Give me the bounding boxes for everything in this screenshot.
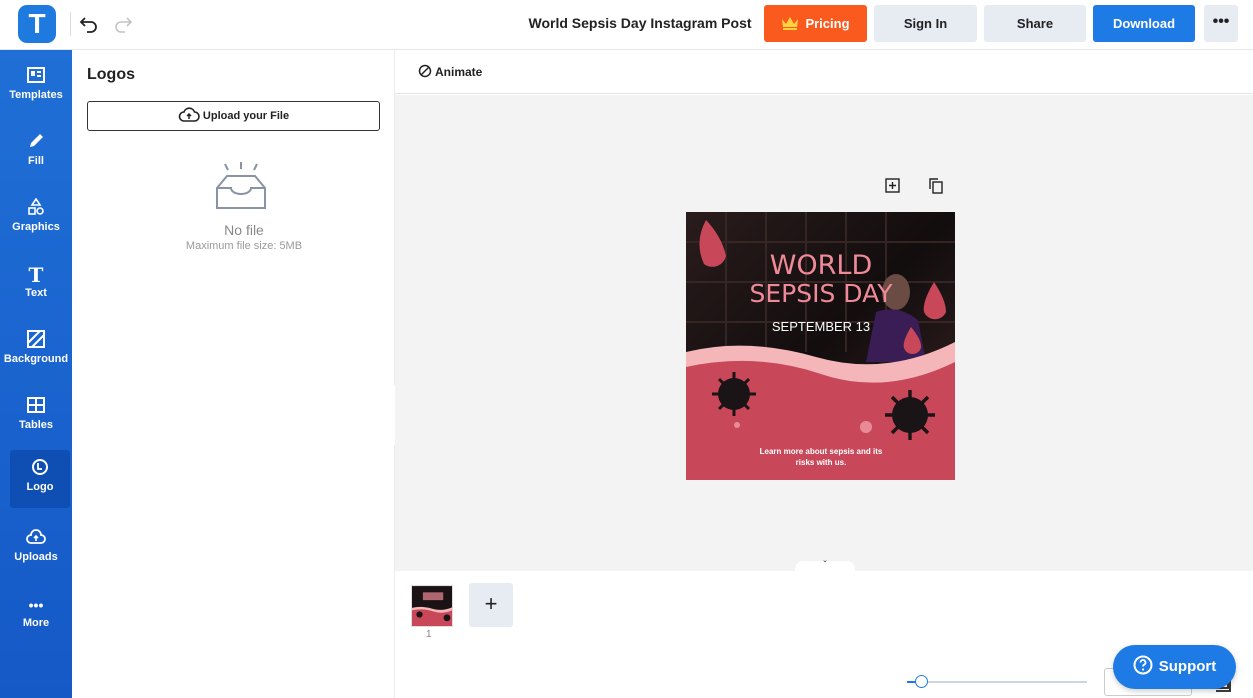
logos-panel: Logos Upload your File No file Maximum f… [72,50,395,698]
zoom-slider-handle[interactable] [915,675,928,688]
undo-icon[interactable] [78,12,100,34]
sidebar-item-logo[interactable]: Logo [10,450,70,508]
cloud-upload-icon [0,528,72,550]
top-bar: T World Sepsis Day Instagram Post Pricin… [0,0,1253,50]
sidebar-item-more[interactable]: ••• More [0,586,72,644]
thumbnail-image [412,586,452,626]
empty-state-subtitle: Maximum file size: 5MB [185,240,303,252]
download-button[interactable]: Download [1093,5,1195,42]
document-title[interactable]: World Sepsis Day Instagram Post [520,15,760,31]
crown-icon [782,17,799,30]
cloud-upload-icon [178,107,200,122]
sidebar-item-label: Background [3,353,69,365]
support-label: Support [1158,658,1217,675]
empty-inbox-icon [216,162,266,209]
animate-icon [418,64,432,78]
animate-label: Animate [435,65,483,79]
design-date: SEPTEMBER 13 [772,319,870,334]
sidebar-item-fill[interactable]: Fill [0,124,72,182]
virus-icon [885,390,935,440]
canvas-area: WORLD SEPSIS DAY SEPTEMBER 13 Learn more… [395,95,1253,573]
sidebar-item-graphics[interactable]: Graphics [0,190,72,248]
page-thumbnail[interactable] [411,585,453,627]
text-icon: T [28,263,44,287]
sidebar-item-label: Fill [28,155,44,167]
redo-icon[interactable] [112,12,134,34]
support-button[interactable]: Support [1113,645,1236,689]
pricing-label: Pricing [805,16,850,31]
editor-toolbar: Animate [395,50,1253,94]
page-number: 1 [426,629,432,640]
share-button[interactable]: Share [984,5,1086,42]
table-icon [0,396,72,418]
left-sidebar: Templates Fill Graphics T Text Backgroun… [0,50,72,698]
panel-title: Logos [87,66,135,83]
sidebar-item-label: Tables [18,419,54,431]
sidebar-item-label: Text [25,287,47,299]
upload-file-button[interactable]: Upload your File [87,101,380,131]
divider [70,12,71,36]
more-icon: ••• [28,597,44,613]
sidebar-item-label: More [22,617,50,629]
shapes-icon [0,197,72,220]
sidebar-item-background[interactable]: Background [0,322,72,380]
sidebar-item-label: Templates [9,89,63,101]
more-options-button[interactable]: ••• [1204,5,1238,42]
sidebar-item-label: Graphics [12,221,60,233]
add-page-icon[interactable] [884,177,902,195]
animate-button[interactable]: Animate [418,64,482,79]
design-tagline-line2: risks with us. [796,458,847,467]
sidebar-item-uploads[interactable]: Uploads [0,520,72,578]
duplicate-icon[interactable] [927,177,945,195]
add-page-button[interactable]: + [469,583,513,627]
background-icon [0,330,72,352]
design-canvas[interactable]: WORLD SEPSIS DAY SEPTEMBER 13 Learn more… [686,212,955,480]
help-icon [1133,655,1153,675]
upload-label: Upload your File [202,110,290,122]
design-title-line2: SEPSIS DAY [749,279,893,308]
design-title-line1: WORLD [770,250,873,281]
templates-icon [0,66,72,88]
pencil-icon [0,132,72,154]
design-artwork: WORLD SEPSIS DAY SEPTEMBER 13 Learn more… [686,212,955,480]
sidebar-item-label: Logo [26,481,54,493]
sidebar-item-text[interactable]: T Text [0,256,72,314]
pricing-button[interactable]: Pricing [764,5,867,42]
design-tagline-line1: Learn more about sepsis and its [760,447,883,456]
sign-in-button[interactable]: Sign In [874,5,977,42]
app-logo[interactable]: T [18,5,56,43]
sidebar-item-label: Uploads [14,551,58,563]
logo-icon [10,458,70,480]
sidebar-item-templates[interactable]: Templates [0,58,72,116]
sidebar-item-tables[interactable]: Tables [0,388,72,446]
zoom-slider[interactable] [907,675,1087,688]
empty-state-title: No file [224,222,264,238]
